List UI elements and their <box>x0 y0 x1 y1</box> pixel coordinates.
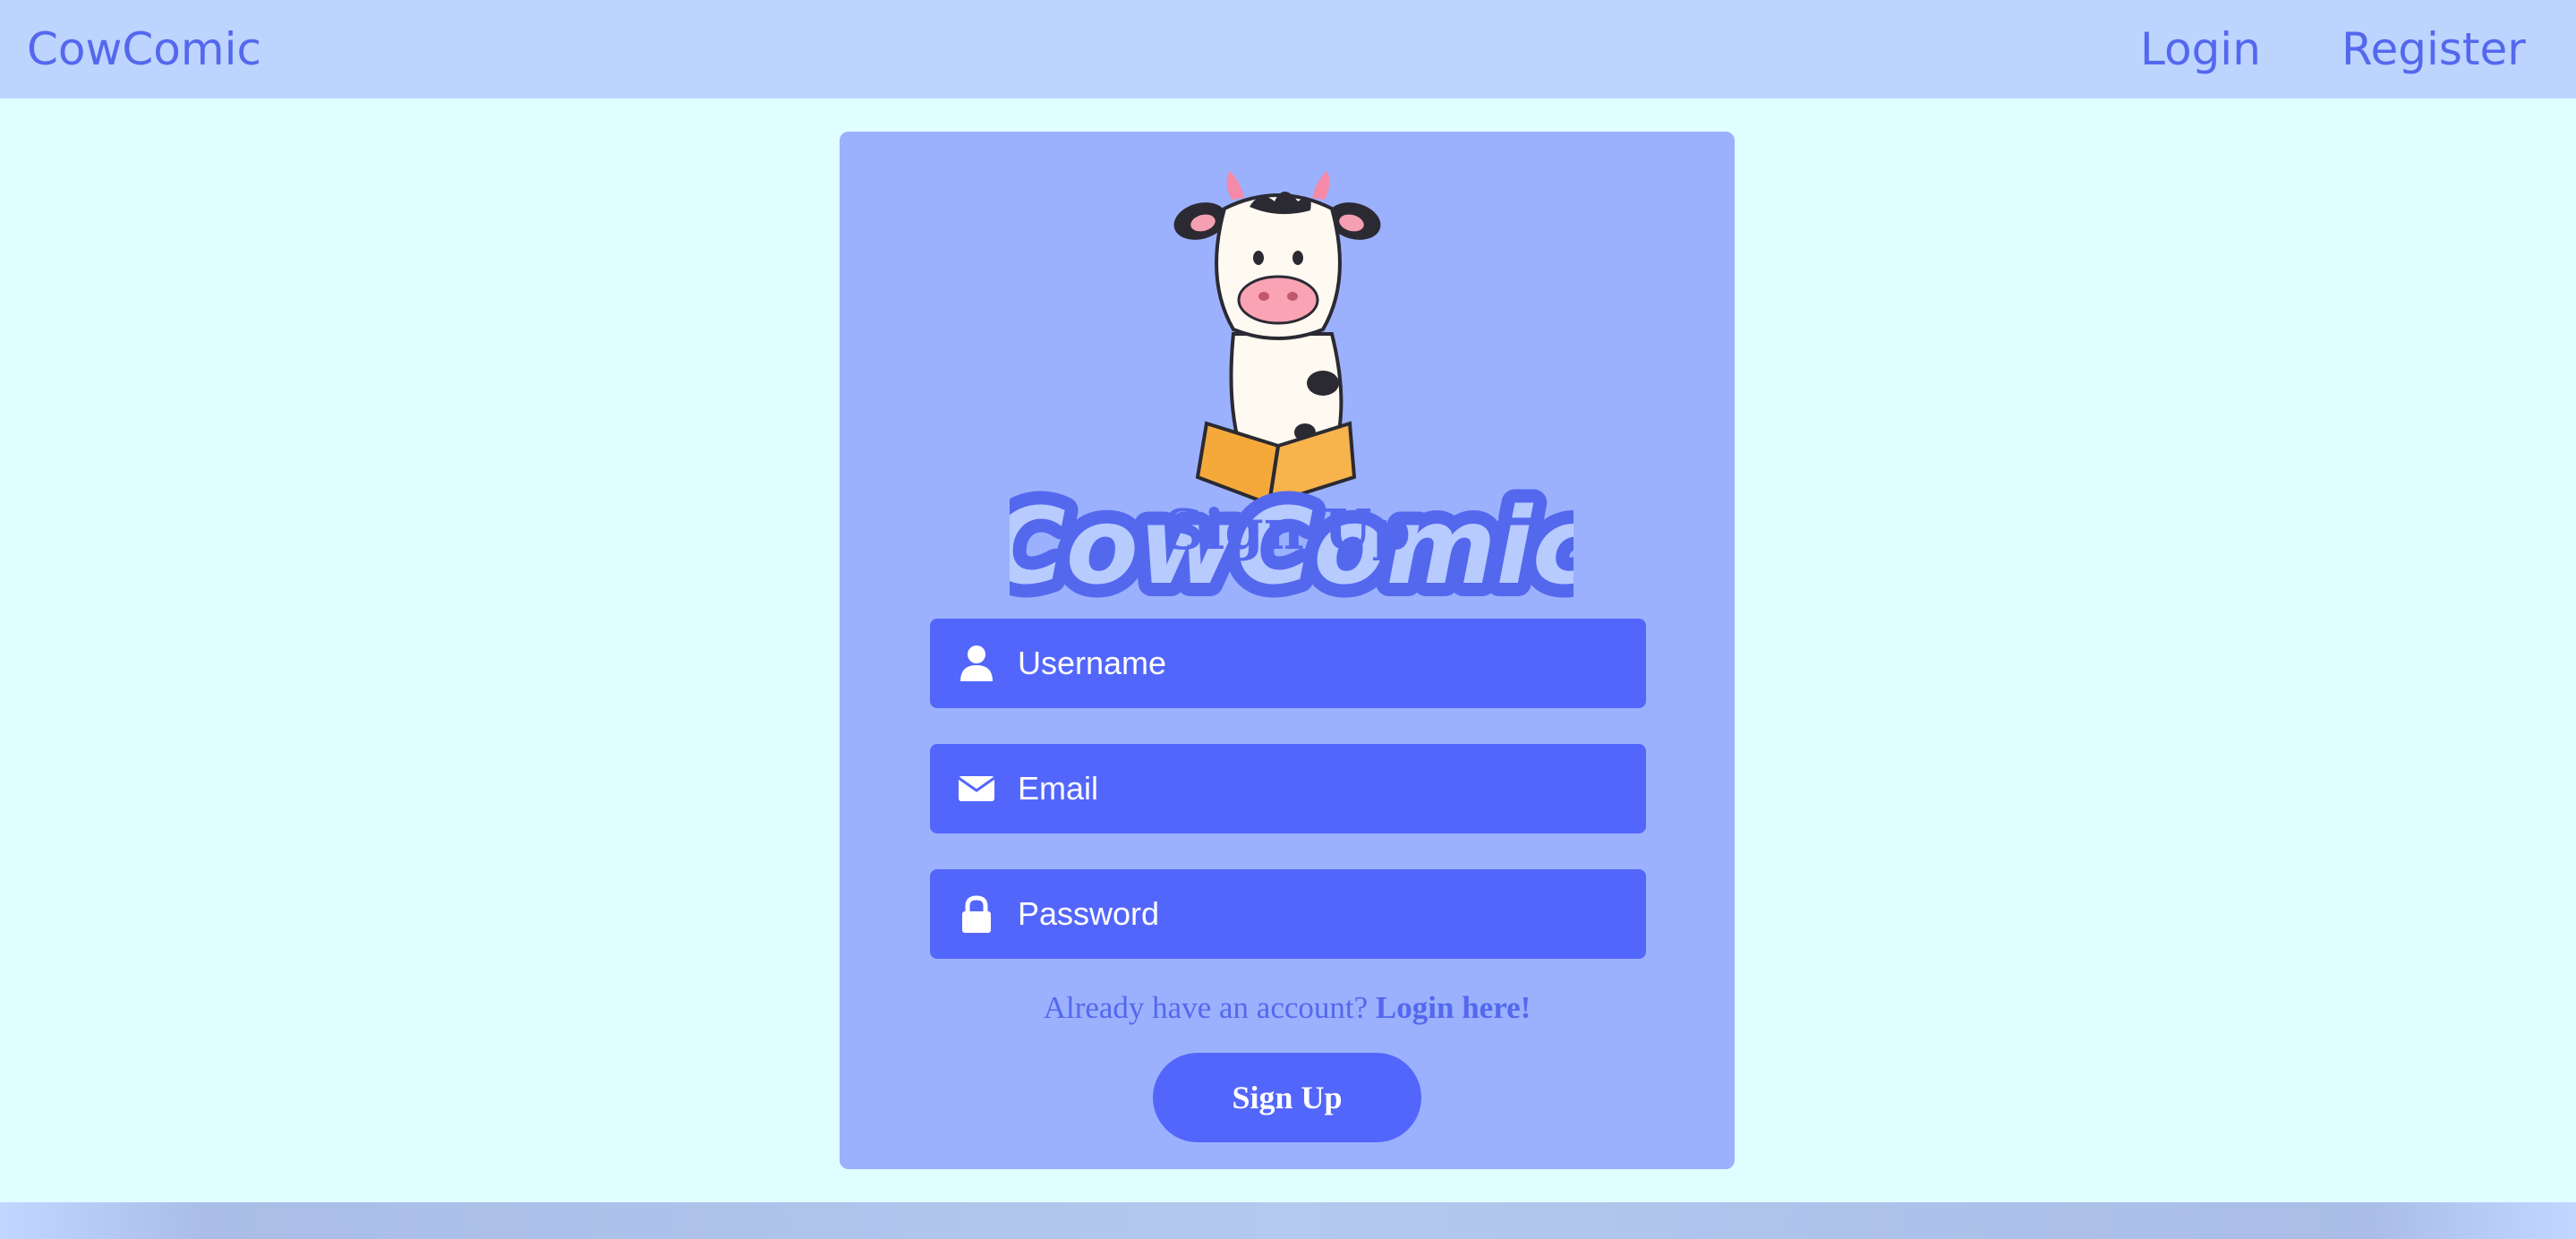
username-input[interactable] <box>1018 619 1626 708</box>
nav-register-link[interactable]: Register <box>2341 0 2526 98</box>
username-field <box>930 619 1646 708</box>
footer-bar <box>0 1202 2576 1239</box>
nav-login-link[interactable]: Login <box>2140 0 2261 98</box>
email-field <box>930 744 1646 833</box>
login-prompt: Already have an account? Login here! <box>840 986 1735 1030</box>
password-input[interactable] <box>1018 869 1626 959</box>
email-input[interactable] <box>1018 744 1626 833</box>
login-here-link[interactable]: Login here! <box>1376 990 1531 1025</box>
brand-link[interactable]: CowComic <box>27 0 261 98</box>
signup-card: CowComic CowComic Sign Up Already have a… <box>840 132 1735 1169</box>
login-prompt-text: Already have an account? <box>1043 990 1369 1025</box>
envelope-icon <box>958 776 995 801</box>
lock-icon <box>962 895 991 933</box>
user-icon <box>960 645 993 681</box>
password-field <box>930 869 1646 959</box>
sign-up-button[interactable]: Sign Up <box>1153 1053 1421 1142</box>
top-navbar: CowComic Login Register <box>0 0 2576 98</box>
page-title: Sign Up <box>1164 497 1411 562</box>
